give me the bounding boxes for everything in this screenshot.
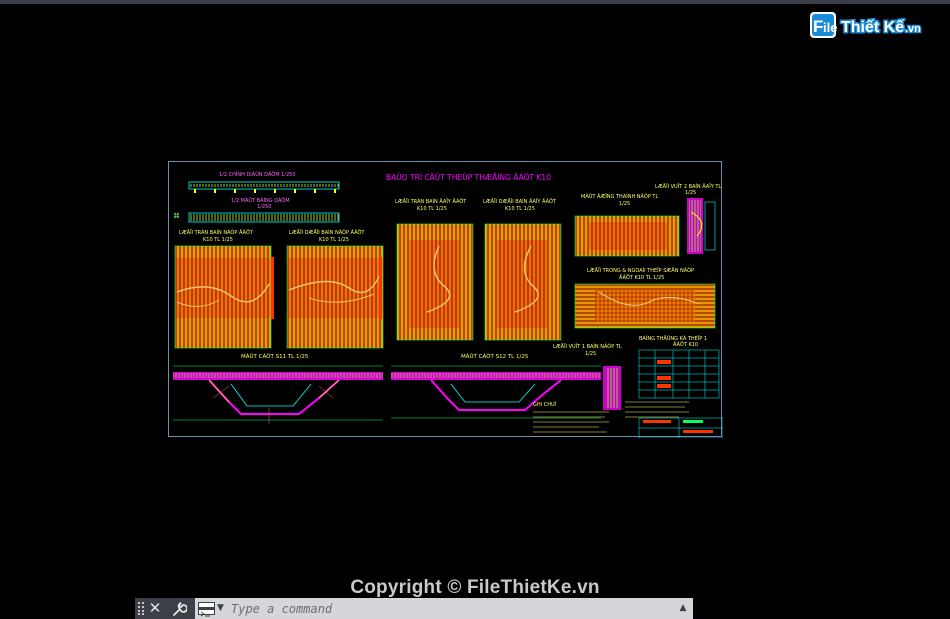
panel3-scale: K10 TL 1/25 [417,206,447,212]
table-title: BAÍNG THÄÚNG KÃ THEÏP 1 [639,335,707,342]
right-top-label: LÆÅÏI VUÏT 2 BAÍN ÂAÏY TL [655,183,721,190]
title-block [638,417,723,438]
command-input[interactable] [231,600,671,618]
elev-bottom-label: 1/2 MÀÛT BÀÌNG DÁÖM [231,197,290,204]
rebar-panel-3 [396,223,474,341]
section1-label: MÀÛT CÀÕT S11 TL 1/25 [241,353,309,360]
svg-text:.vn: .vn [905,23,921,35]
section-s11 [173,365,383,424]
elev-top-label: 1/2 CHÍNH DIÃÛN DÁÖM 1/250 [219,171,296,178]
command-history-toggle-icon[interactable]: ▲ [677,602,689,614]
panel4-scale: K10 TL 1/25 [505,206,535,212]
panel4-label: LÆÅÏI DÆÅÏI BAÍN ÂAÏY ÄÁÖT [483,198,557,205]
cad-viewport[interactable]: F ile Thiết Kế .vn BAÛO TRÌ CÄÛT THEÙP T… [0,0,950,619]
steel-schedule-table [638,349,720,399]
panel3-label: LÆÅÏI TRÃN BAÍN ÂAÏY ÄÁÖT [395,198,467,205]
rebar-panel-1 [174,245,274,349]
drag-grip-icon[interactable] [138,602,146,615]
elev-scale: 1/250 [257,204,271,210]
section-s12 [391,365,601,419]
filethietke-logo: F ile Thiết Kế .vn [810,10,925,44]
wrench-icon[interactable] [171,601,187,617]
right-top-scale: 1/25 [685,190,696,196]
panel6-scale: ÄÁÖT K10 TL 1/25 [619,274,664,281]
drawing-sheet[interactable]: BAÛO TRÌ CÄÛT THEÙP THÆÅÌNG ÄÁÖT K10 1/2… [168,161,723,438]
right-mid-scale: 1/25 [585,351,596,357]
rebar-panel-5 [574,215,680,257]
copyright-watermark: Copyright © FileThietKe.vn [350,577,600,598]
right-mid-label: LÆÅÏI VUÏT 1 BAÍN NÀÕP TL [553,343,622,350]
panel2-scale: K10 TL 1/25 [319,237,349,243]
panel1-label: LÆÅÏI TRÃN BAÍN NÀÕP ÄÁÖT [179,229,254,236]
svg-text:Thiết Kế: Thiết Kế [841,19,904,36]
panel5-scale: 1/25 [619,201,630,207]
command-line-handle[interactable]: ✕ [135,598,195,619]
close-icon[interactable]: ✕ [148,599,162,618]
rebar-panel-4 [484,223,562,341]
notes-title: GHI CHUÏ [533,401,557,408]
recent-commands-dropdown-icon[interactable]: ▼ [217,602,227,614]
right-top-detail [687,198,716,254]
panel2-label: LÆÅÏI DÆÅÏI BAÍN NÀÕP ÄÁÖT [289,229,365,236]
panel1-scale: K10 TL 1/25 [203,237,233,243]
command-line-bar[interactable]: ✕ ▼ ▲ [135,598,693,619]
right-mid-detail [603,366,621,410]
drawing-title: BAÛO TRÌ CÄÛT THEÙP THÆÅÌNG ÄÁÖT K10 [386,173,551,182]
svg-text:ile: ile [823,20,837,35]
command-prompt-icon[interactable] [198,602,215,617]
rebar-panel-6 [574,283,716,329]
panel5-label: MÀÛT ÂÆÏNG THAÌNH NÀÕP TL [581,193,658,200]
table-subtitle: ÄÁÖT K10 [673,341,698,348]
section2-label: MÀÛT CÀÕT S12 TL 1/25 [461,353,529,360]
panel6-label: LÆÅÏI TRONG & NGOAÌI THEÏP SÆÅN NÀÕP [587,267,694,274]
rebar-panel-2 [286,245,384,349]
ribbon-edge [0,0,950,4]
svg-text:⌘: ⌘ [173,212,180,220]
svg-text:F: F [813,17,823,36]
